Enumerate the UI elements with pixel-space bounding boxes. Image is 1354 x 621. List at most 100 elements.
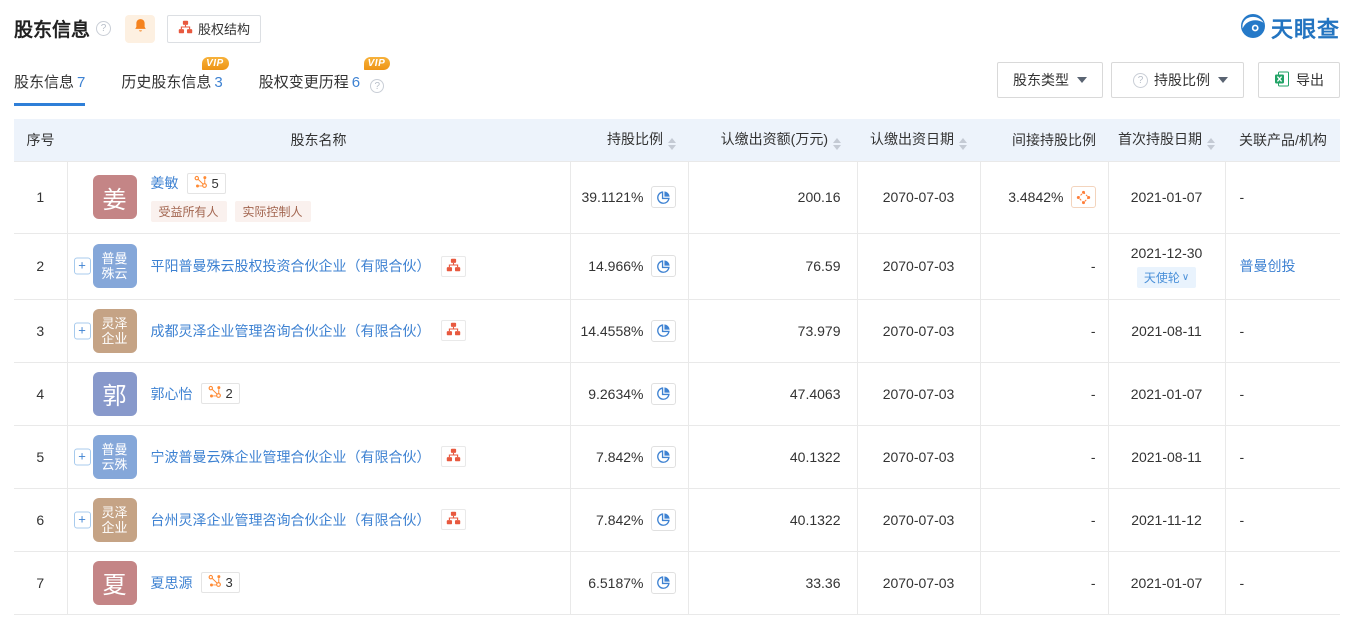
subscribed-capital-cell: 76.59 [688, 233, 857, 299]
shareholder-name-block: 平阳普曼殊云股权投资合伙企业（有限合伙） [151, 256, 466, 277]
equity-structure-icon-button[interactable] [441, 446, 466, 467]
expand-row-button[interactable]: + [74, 511, 91, 528]
column-header-capital[interactable]: 认缴出资额(万元) [688, 119, 857, 161]
title-help-icon[interactable]: ? [96, 21, 111, 36]
column-header-ratio[interactable]: 持股比例 [570, 119, 688, 161]
relation-count-badge[interactable]: 5 [187, 173, 226, 194]
first-holding-date-value: 2021-08-11 [1109, 449, 1225, 465]
avatar-line: 普曼 [101, 251, 127, 266]
export-button[interactable]: 导出 [1258, 62, 1340, 98]
column-header-capital-date[interactable]: 认缴出资日期 [857, 119, 980, 161]
holding-ratio-help-icon: ? [1133, 73, 1148, 88]
avatar-line: 灵泽 [101, 505, 127, 520]
tab-label: 股东信息 [14, 74, 74, 91]
first-holding-date-cell: 2021-01-07 [1108, 362, 1225, 425]
shareholder-name-link[interactable]: 宁波普曼云殊企业管理合伙企业（有限合伙） [151, 447, 431, 467]
indirect-ratio-value: - [1091, 258, 1096, 274]
indirect-ratio-cell: - [980, 488, 1108, 551]
shareholder-avatar: 夏 [93, 561, 137, 605]
related-product-cell: - [1225, 362, 1340, 425]
relation-graph-icon [208, 574, 222, 591]
sort-icon[interactable] [833, 138, 841, 150]
tab-shareholder-info[interactable]: 股东信息7 [14, 71, 85, 107]
page-title: 股东信息 [14, 15, 90, 42]
shareholding-pie-icon-button[interactable] [651, 383, 676, 405]
related-product-link[interactable]: 普曼创投 [1240, 258, 1296, 274]
name-top-line: 夏思源 3 [151, 572, 240, 593]
shareholding-pie-icon-button[interactable] [651, 572, 676, 594]
sort-desc-arrow [833, 145, 841, 150]
related-product-cell: - [1225, 551, 1340, 614]
equity-structure-label: 股权结构 [198, 19, 250, 38]
tab-label: 历史股东信息 [121, 74, 211, 91]
subscribed-capital-cell: 40.1322 [688, 425, 857, 488]
holding-ratio-wrap: 14.966% [588, 255, 675, 277]
expand-row-button[interactable]: + [74, 258, 91, 275]
indirect-equity-icon-button[interactable] [1071, 186, 1096, 208]
table-row: 1姜姜敏5受益所有人实际控制人39.1121%200.162070-07-033… [14, 161, 1340, 233]
table-row: 3+灵泽企业成都灵泽企业管理咨询合伙企业（有限合伙）14.4558%73.979… [14, 299, 1340, 362]
subscribed-capital-cell: 73.979 [688, 299, 857, 362]
shareholder-name-cell: 郭郭心怡2 [67, 362, 570, 425]
equity-structure-icon-button[interactable] [441, 509, 466, 530]
shareholder-name-link[interactable]: 台州灵泽企业管理咨询合伙企业（有限合伙） [151, 510, 431, 530]
holding-ratio-label: 持股比例 [1154, 70, 1210, 90]
table-row: 6+灵泽企业台州灵泽企业管理咨询合伙企业（有限合伙）7.842%40.13222… [14, 488, 1340, 551]
shareholder-name-link[interactable]: 郭心怡 [151, 384, 193, 404]
shareholding-pie-icon-button[interactable] [651, 509, 676, 531]
shareholding-pie-icon-button[interactable] [651, 320, 676, 342]
relation-count-badge[interactable]: 3 [201, 572, 240, 593]
avatar-line: 企业 [101, 520, 127, 535]
funding-round-tag[interactable]: 天使轮∨ [1137, 267, 1196, 288]
shareholding-pie-icon-button[interactable] [651, 255, 676, 277]
tab-help-icon[interactable]: ? [370, 79, 384, 93]
shareholder-name-inner: +普曼殊云平阳普曼殊云股权投资合伙企业（有限合伙） [68, 244, 570, 288]
expand-row-button[interactable]: + [74, 448, 91, 465]
shareholder-name-link[interactable]: 姜敏 [151, 173, 179, 193]
first-holding-date-value: 2021-01-07 [1109, 386, 1225, 402]
holding-ratio-value: 9.2634% [588, 386, 643, 402]
holding-ratio-value: 39.1121% [581, 189, 643, 205]
sort-icon[interactable] [959, 138, 967, 150]
tab-equity-change-history[interactable]: 股权变更历程6 ? VIP [259, 71, 385, 107]
brand-name: 天眼查 [1271, 12, 1340, 44]
shareholding-pie-icon-button[interactable] [651, 186, 676, 208]
expand-row-button[interactable]: + [74, 322, 91, 339]
shareholder-name-link[interactable]: 夏思源 [151, 573, 193, 593]
first-holding-date-value: 2021-01-07 [1109, 575, 1225, 591]
sort-desc-arrow [959, 145, 967, 150]
sort-icon[interactable] [668, 138, 676, 150]
holding-ratio-filter-button[interactable]: ? 持股比例 [1111, 62, 1244, 98]
bell-icon [133, 18, 148, 39]
equity-structure-icon-button[interactable] [441, 256, 466, 277]
row-index-cell: 4 [14, 362, 67, 425]
equity-structure-icon-button[interactable] [441, 320, 466, 341]
holding-ratio-cell: 7.842% [570, 488, 688, 551]
column-header-first-date[interactable]: 首次持股日期 [1108, 119, 1225, 161]
shareholder-name-block: 成都灵泽企业管理咨询合伙企业（有限合伙） [151, 320, 466, 341]
shareholder-name-inner: +普曼云殊宁波普曼云殊企业管理合伙企业（有限合伙） [68, 435, 570, 479]
sort-asc-arrow [1207, 138, 1215, 143]
equity-structure-button[interactable]: 股权结构 [167, 15, 261, 43]
holding-ratio-value: 14.966% [588, 258, 643, 274]
holding-ratio-cell: 9.2634% [570, 362, 688, 425]
capital-date-cell: 2070-07-03 [857, 488, 980, 551]
shareholder-type-filter-button[interactable]: 股东类型 [997, 62, 1103, 98]
table-header: 序号股东名称持股比例认缴出资额(万元)认缴出资日期间接持股比例首次持股日期关联产… [14, 119, 1340, 161]
shareholder-name-inner: 郭郭心怡2 [68, 372, 570, 416]
shareholder-name-link[interactable]: 平阳普曼殊云股权投资合伙企业（有限合伙） [151, 256, 431, 276]
relation-count-badge[interactable]: 2 [201, 383, 240, 404]
holding-ratio-value: 6.5187% [588, 575, 643, 591]
column-header-label: 认缴出资日期 [870, 131, 954, 147]
shareholder-name-link[interactable]: 成都灵泽企业管理咨询合伙企业（有限合伙） [151, 321, 431, 341]
first-holding-date-cell: 2021-08-11 [1108, 299, 1225, 362]
shareholding-pie-icon-button[interactable] [651, 446, 676, 468]
brand-logo[interactable]: 天眼查 [1240, 12, 1340, 44]
caret-down-icon: ∨ [1182, 272, 1189, 283]
column-header-name: 股东名称 [67, 119, 570, 161]
related-product-cell: - [1225, 425, 1340, 488]
subscribe-bell-button[interactable] [125, 15, 155, 43]
sort-icon[interactable] [1207, 138, 1215, 150]
row-index-cell: 7 [14, 551, 67, 614]
tab-history-shareholders[interactable]: 历史股东信息3 VIP [121, 71, 222, 107]
